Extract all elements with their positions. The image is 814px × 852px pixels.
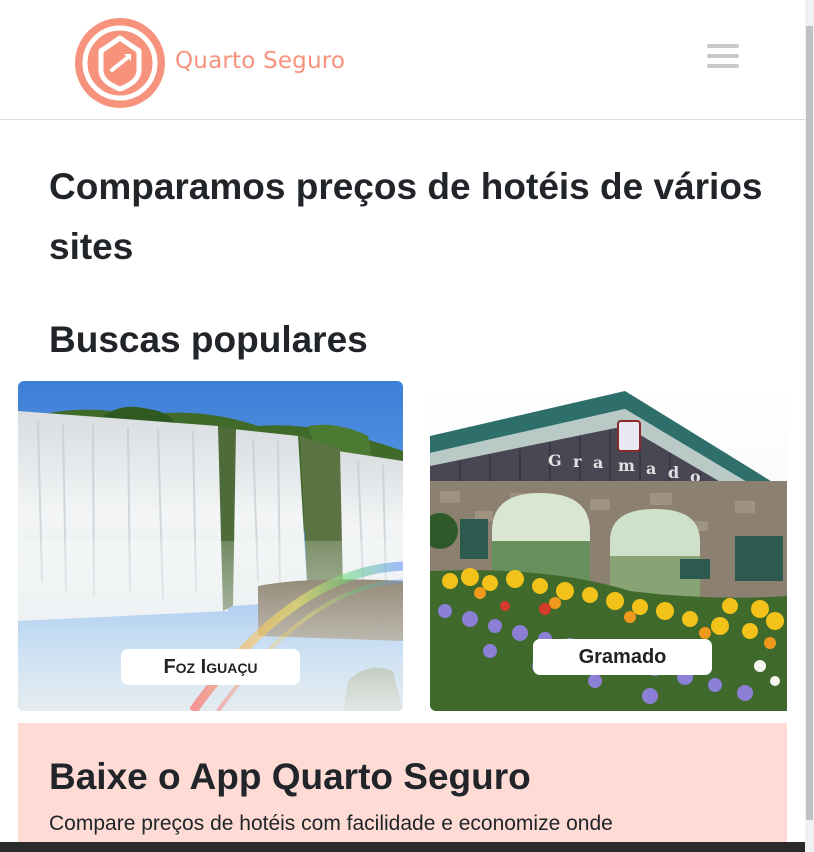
vertical-scrollbar[interactable] (805, 0, 814, 852)
brand-logo[interactable] (75, 18, 165, 108)
shield-house-logo-icon (82, 25, 158, 101)
svg-text:r: r (573, 452, 582, 471)
hamburger-menu-icon[interactable] (707, 44, 739, 68)
card-label-foz-iguacu: Foz Iguaçu (121, 649, 300, 685)
bottom-edge-bar (0, 842, 805, 852)
menu-bar (707, 64, 739, 68)
svg-text:G: G (548, 451, 562, 470)
svg-text:m: m (618, 456, 635, 475)
destination-card-foz-iguacu[interactable]: Foz Iguaçu (18, 381, 403, 711)
brand-name[interactable]: Quarto Seguro (175, 48, 345, 74)
page: Quarto Seguro Comparamos preços de hotéi… (0, 0, 805, 842)
svg-text:a: a (593, 453, 603, 472)
hero-title: Comparamos preços de hotéis de vários si… (49, 166, 763, 267)
app-download-banner: Baixe o App Quarto Seguro Compare preços… (18, 723, 787, 842)
menu-bar (707, 44, 739, 48)
svg-text:d: d (668, 463, 679, 482)
app-banner-text: Compare preços de hotéis com facilidade … (49, 812, 613, 835)
svg-text:a: a (646, 459, 656, 478)
app-banner-title: Baixe o App Quarto Seguro (49, 756, 531, 797)
scrollbar-thumb[interactable] (806, 26, 813, 820)
card-label-gramado: Gramado (533, 639, 712, 675)
menu-bar (707, 54, 739, 58)
popular-searches-title: Buscas populares (49, 319, 368, 360)
site-header: Quarto Seguro (0, 0, 805, 120)
destination-card-gramado[interactable]: Gra mad o Gramado (430, 381, 787, 711)
